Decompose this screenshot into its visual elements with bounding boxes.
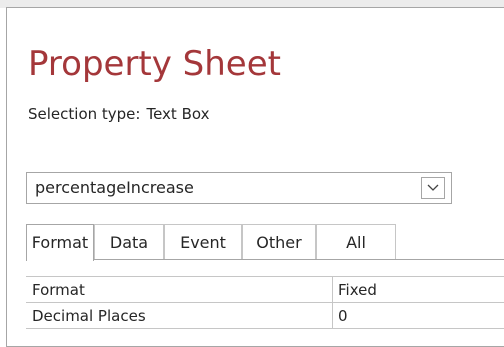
selection-type-label: Selection type: <box>28 105 141 123</box>
property-value[interactable]: 0 <box>338 306 348 326</box>
tab-other[interactable]: Other <box>242 224 316 260</box>
tab-data[interactable]: Data <box>94 224 164 260</box>
selection-type-value: Text Box <box>146 105 210 123</box>
tab-event[interactable]: Event <box>164 224 242 260</box>
tab-all[interactable]: All <box>316 224 396 260</box>
tab-format[interactable]: Format <box>26 224 94 261</box>
column-divider <box>332 303 333 329</box>
property-name: Format <box>32 281 85 299</box>
chevron-down-icon <box>427 184 439 191</box>
tabs-divider <box>26 259 504 260</box>
property-row-format[interactable]: Format Fixed <box>26 277 504 303</box>
property-row-decimal-places[interactable]: Decimal Places 0 <box>26 303 504 329</box>
object-selector-value: percentageIncrease <box>35 178 194 197</box>
dropdown-button[interactable] <box>421 177 445 199</box>
property-value[interactable]: Fixed <box>338 280 377 300</box>
property-grid: Format Fixed Decimal Places 0 <box>26 276 504 329</box>
property-tabs: Format Data Event Other All <box>26 224 504 261</box>
page-title: Property Sheet <box>28 44 281 84</box>
selection-type-line: Selection type: Text Box <box>28 104 209 124</box>
object-selector-dropdown[interactable]: percentageIncrease <box>26 172 452 204</box>
property-name: Decimal Places <box>32 307 146 325</box>
column-divider <box>332 277 333 303</box>
